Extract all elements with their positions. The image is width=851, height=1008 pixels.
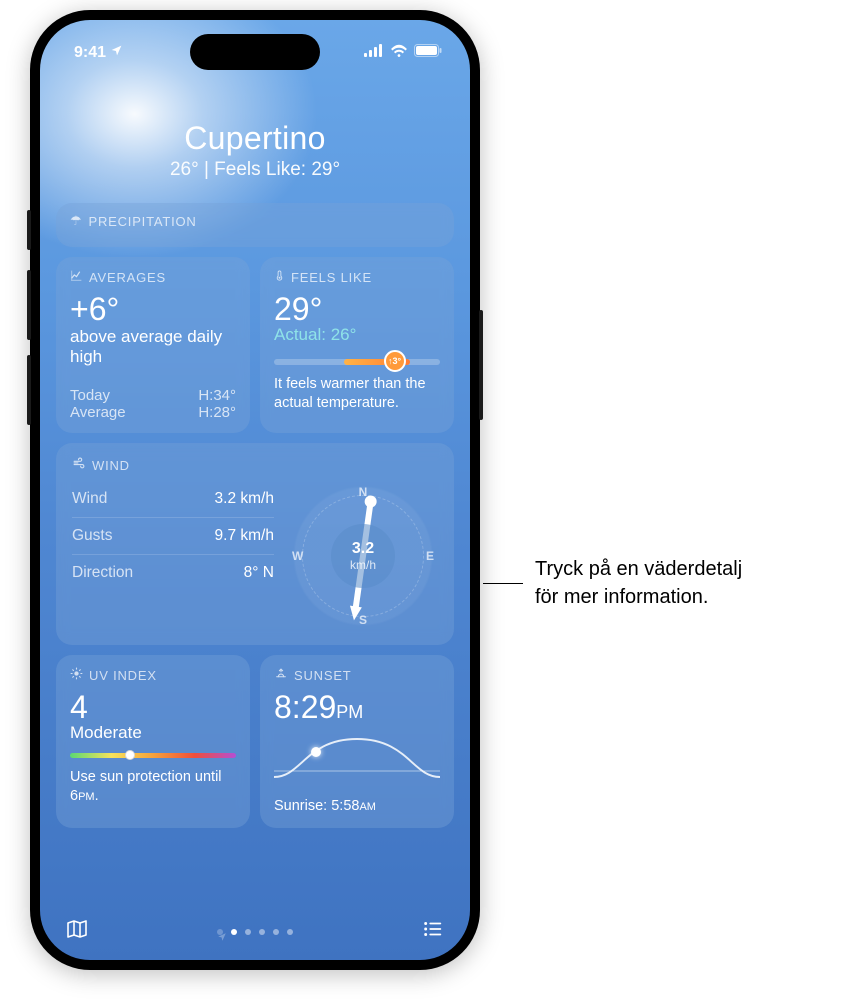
page-dot	[245, 929, 251, 935]
cards-scroll[interactable]: ☂︎ PRECIPITATION AVERAGES +6° above aver…	[40, 203, 470, 911]
page-indicator[interactable]	[217, 929, 293, 935]
direction-label: Direction	[72, 564, 133, 582]
card-title-label: PRECIPITATION	[88, 214, 196, 229]
side-button-vol-up	[27, 270, 31, 340]
card-title-label: AVERAGES	[89, 270, 166, 285]
list-button[interactable]	[420, 918, 446, 945]
wind-label: Wind	[72, 490, 107, 508]
averages-desc: above average daily high	[70, 327, 236, 367]
card-title-label: SUNSET	[294, 668, 352, 683]
card-title-label: FEELS LIKE	[291, 270, 372, 285]
dynamic-island	[190, 34, 320, 70]
actual-value: 26°	[331, 325, 357, 344]
page-dot	[259, 929, 265, 935]
averages-card[interactable]: AVERAGES +6° above average daily high To…	[56, 257, 250, 433]
sunset-ampm: PM	[336, 702, 363, 722]
divider: |	[199, 159, 215, 180]
uv-note: Use sun protection until 6PM.	[70, 768, 236, 806]
averages-today-value: H:34°	[198, 387, 236, 404]
wind-value: 3.2 km/h	[215, 490, 274, 508]
wind-table: Wind 3.2 km/h Gusts 9.7 km/h Direction 8…	[72, 481, 274, 631]
feels-like-actual: Actual: 26°	[274, 325, 440, 345]
wifi-icon	[390, 44, 408, 62]
sunset-time: 8:29PM	[274, 691, 440, 723]
chart-line-icon	[70, 269, 83, 285]
sunrise-label: Sunrise:	[274, 798, 331, 814]
sunrise-time: 5:58	[331, 798, 359, 814]
compass-center: 3.2 km/h	[331, 524, 395, 588]
gusts-value: 9.7 km/h	[215, 527, 274, 545]
sun-position-dot	[311, 747, 321, 757]
wind-icon	[72, 457, 86, 473]
uv-value: 4	[70, 691, 236, 723]
averages-delta: +6°	[70, 293, 236, 325]
callout-line-2: för mer information.	[535, 583, 742, 611]
side-button-vol-down	[27, 355, 31, 425]
averages-average-value: H:28°	[198, 404, 236, 421]
feels-like-card-value: 29°	[274, 293, 440, 325]
cellular-icon	[364, 44, 384, 62]
averages-today-label: Today	[70, 387, 110, 404]
annotation-callout: Tryck på en väderdetalj för mer informat…	[483, 555, 742, 611]
callout-leader-line	[483, 583, 523, 584]
direction-value: 8° N	[244, 564, 274, 582]
status-time: 9:41	[74, 44, 106, 62]
sunrise-line: Sunrise: 5:58AM	[274, 797, 440, 816]
thermometer-icon	[274, 269, 285, 285]
side-button-mute	[27, 210, 31, 250]
feels-like-pin: ↑3°	[384, 350, 406, 372]
actual-label: Actual:	[274, 325, 331, 344]
wind-compass: N E S W 3.2 km/h	[288, 481, 438, 631]
location-arrow-icon	[110, 44, 123, 62]
uv-scale-bar	[70, 753, 236, 758]
feels-like-label: Feels Like:	[214, 159, 311, 180]
wind-row-direction: Direction 8° N	[72, 555, 274, 591]
bottom-toolbar	[40, 911, 470, 960]
page-dot	[287, 929, 293, 935]
sunrise-ampm: AM	[359, 801, 376, 813]
umbrella-icon: ☂︎	[70, 213, 82, 229]
feels-like-range-bar: ↑3°	[274, 359, 440, 365]
uv-level: Moderate	[70, 723, 236, 743]
screen: 9:41	[40, 20, 470, 960]
compass-speed: 3.2	[352, 540, 374, 558]
wind-row-wind: Wind 3.2 km/h	[72, 481, 274, 518]
gusts-label: Gusts	[72, 527, 112, 545]
precipitation-card[interactable]: ☂︎ PRECIPITATION	[56, 203, 454, 247]
sun-path-graph	[274, 731, 440, 785]
location-header[interactable]: Cupertino 26° | Feels Like: 29°	[40, 120, 470, 181]
page-dot	[231, 929, 237, 935]
sunset-time-value: 8:29	[274, 689, 336, 725]
sun-icon	[70, 667, 83, 683]
callout-line-1: Tryck på en väderdetalj	[535, 555, 742, 583]
wind-row-gusts: Gusts 9.7 km/h	[72, 518, 274, 555]
wind-card[interactable]: WIND Wind 3.2 km/h Gusts 9.7 km/h Di	[56, 443, 454, 645]
callout-text: Tryck på en väderdetalj för mer informat…	[535, 555, 742, 611]
current-summary: 26° | Feels Like: 29°	[40, 159, 470, 181]
feels-like-card[interactable]: FEELS LIKE 29° Actual: 26° ↑3° It feels …	[260, 257, 454, 433]
phone-frame: 9:41	[30, 10, 480, 970]
sunset-icon	[274, 667, 288, 683]
compass-unit: km/h	[350, 558, 376, 572]
side-button-power	[479, 310, 483, 420]
uv-note-b: .	[95, 788, 99, 804]
averages-average-label: Average	[70, 404, 126, 421]
card-title-label: UV INDEX	[89, 668, 157, 683]
page-dot	[273, 929, 279, 935]
card-title-label: WIND	[92, 458, 130, 473]
current-temp: 26°	[170, 159, 199, 180]
sunset-card[interactable]: SUNSET 8:29PM Sunrise: 5:58AM	[260, 655, 454, 828]
uv-note-pm: PM	[78, 791, 95, 803]
map-button[interactable]	[64, 917, 90, 946]
battery-icon	[414, 44, 442, 62]
averages-detail: Today H:34° Average H:28°	[70, 387, 236, 421]
feels-like-note: It feels warmer than the actual temperat…	[274, 375, 440, 413]
city-name: Cupertino	[40, 120, 470, 157]
location-dot-icon	[217, 929, 223, 935]
uv-index-card[interactable]: UV INDEX 4 Moderate Use sun protection u…	[56, 655, 250, 828]
feels-like-value: 29°	[311, 159, 340, 180]
